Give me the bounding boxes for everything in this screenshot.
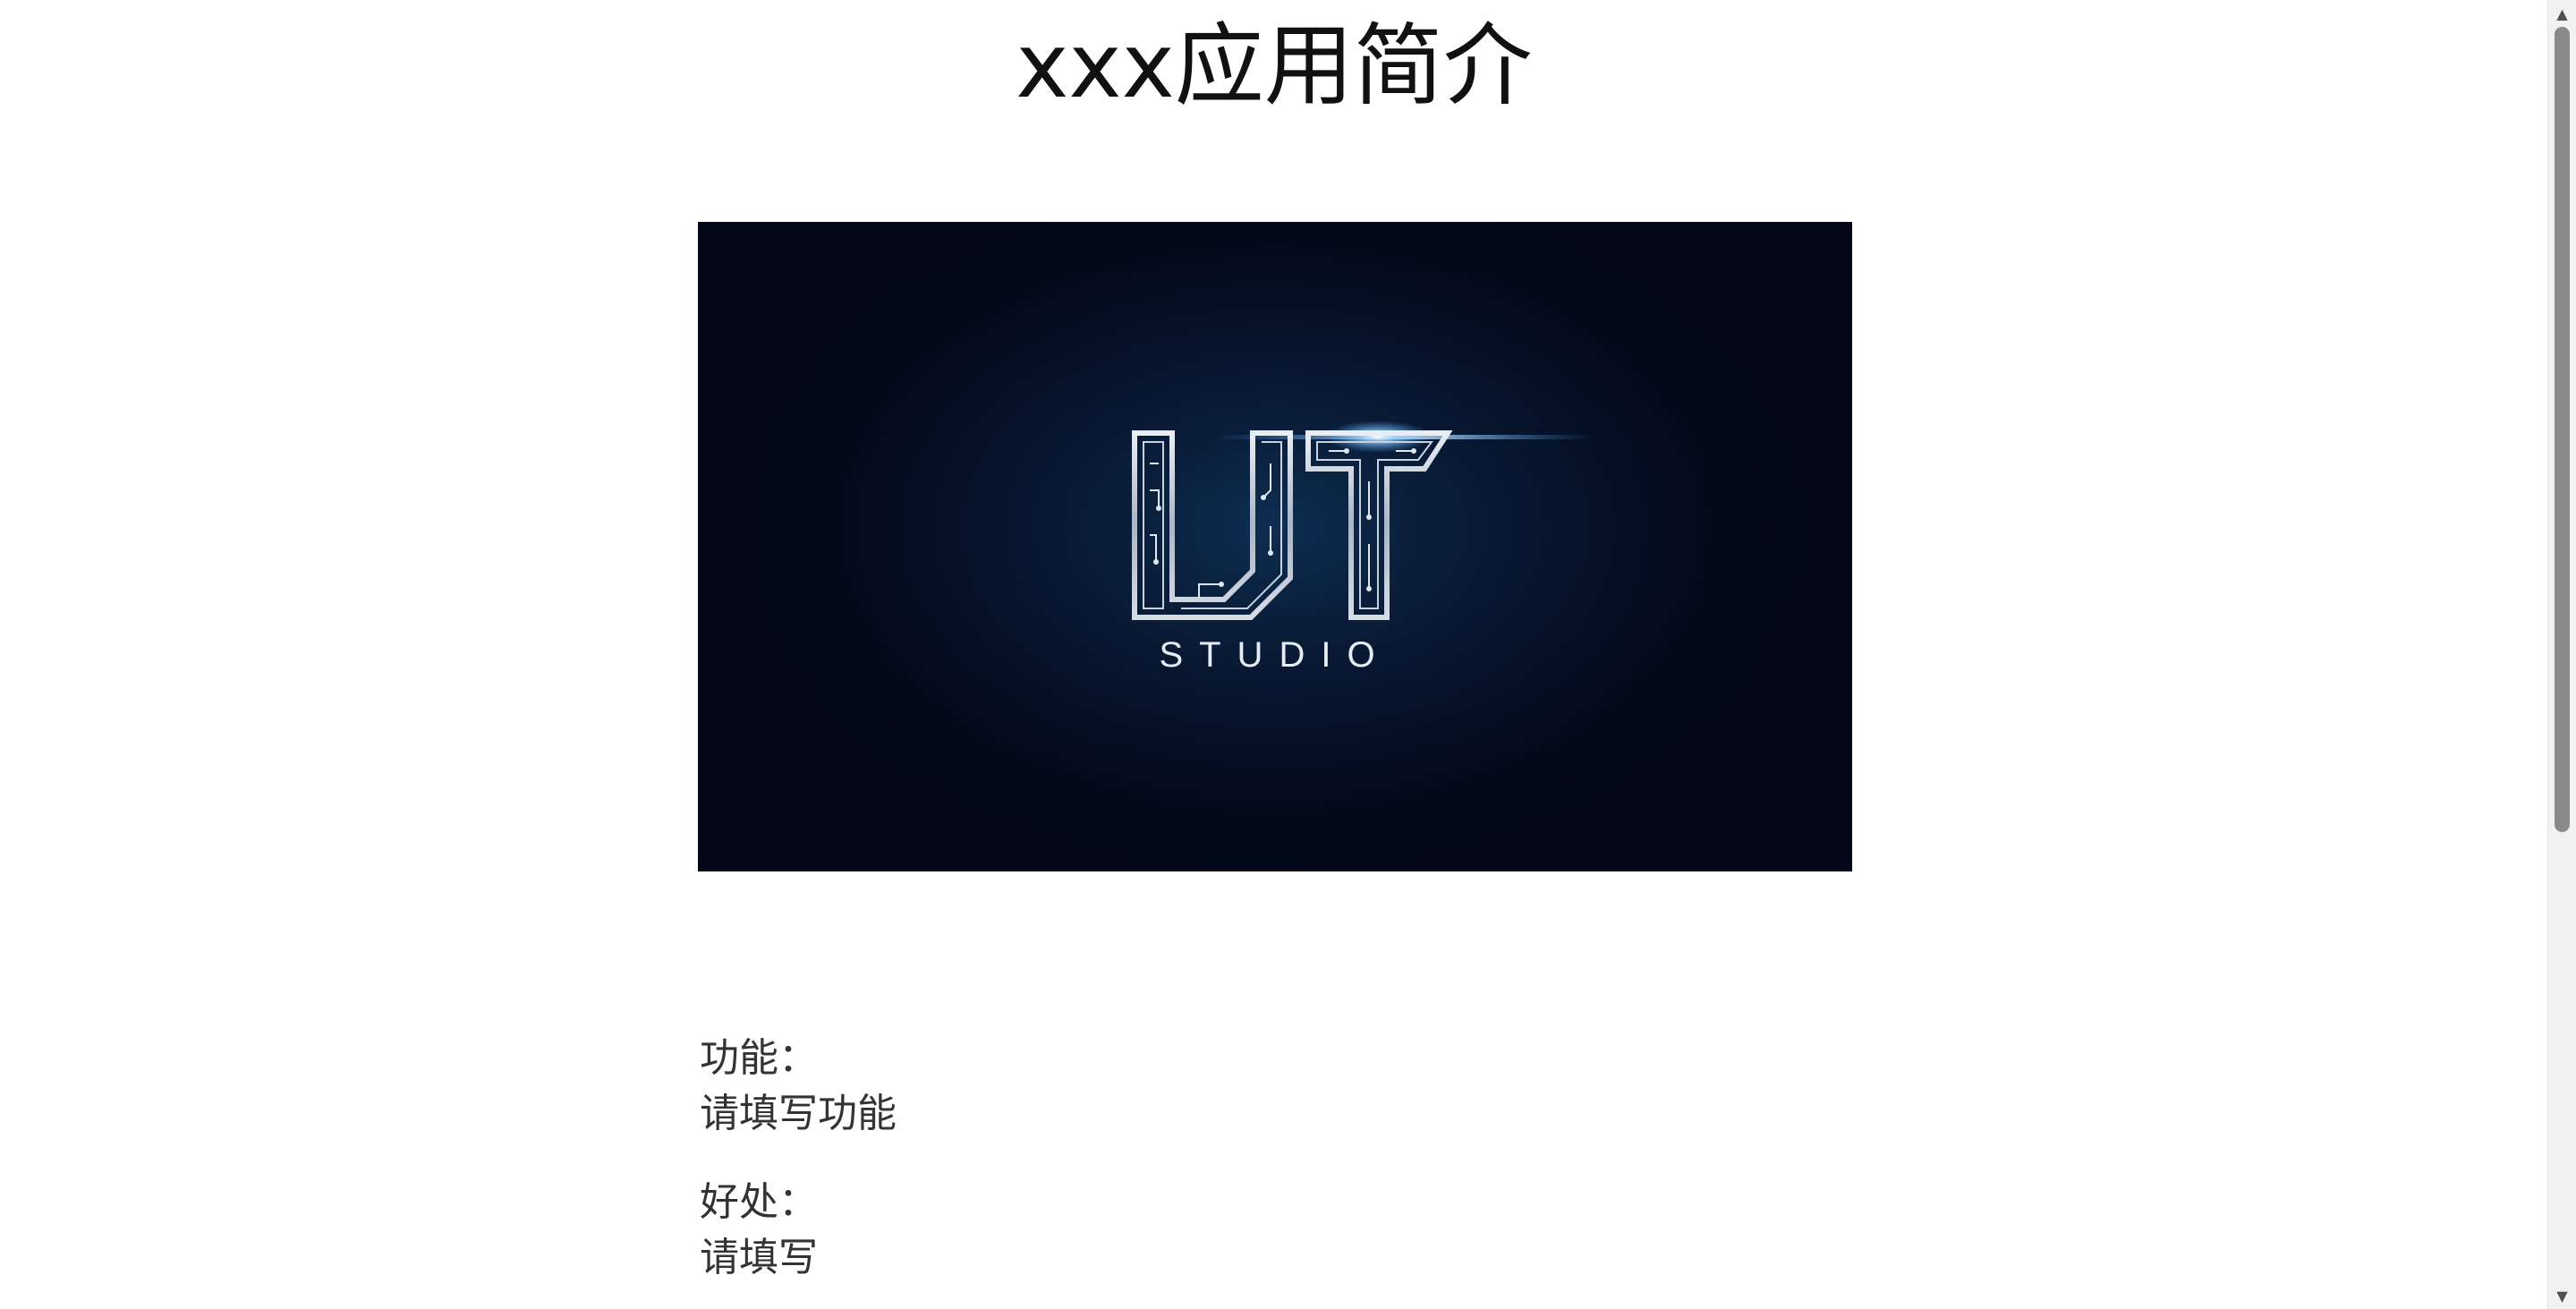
hero-image: STUDIO <box>698 222 1852 871</box>
logo-subtitle: STUDIO <box>1159 635 1390 675</box>
letter-t-icon <box>1305 430 1453 620</box>
ut-studio-logo: STUDIO <box>1132 421 1593 675</box>
scrollbar-thumb[interactable] <box>2555 27 2570 832</box>
benefits-heading: 好处： <box>700 1179 818 1225</box>
scroll-down-icon[interactable]: ▼ <box>2548 1282 2576 1309</box>
benefits-section: 好处： 请填写 <box>700 1175 818 1286</box>
letter-u-icon <box>1132 430 1293 620</box>
lens-flare <box>1324 421 1432 453</box>
benefits-body: 请填写 <box>700 1235 818 1280</box>
scroll-up-icon[interactable]: ▲ <box>2548 0 2576 27</box>
features-section: 功能： 请填写功能 <box>700 1031 897 1142</box>
features-heading: 功能： <box>700 1035 818 1081</box>
features-body: 请填写功能 <box>700 1091 897 1136</box>
page-title: xxx应用简介 <box>1016 13 1533 118</box>
vertical-scrollbar[interactable]: ▲ ▼ <box>2547 0 2576 1309</box>
page: xxx应用简介 STUDIO 功能： 请填写功能 好处： 请填写 ▲ ▼ <box>0 0 2576 1309</box>
